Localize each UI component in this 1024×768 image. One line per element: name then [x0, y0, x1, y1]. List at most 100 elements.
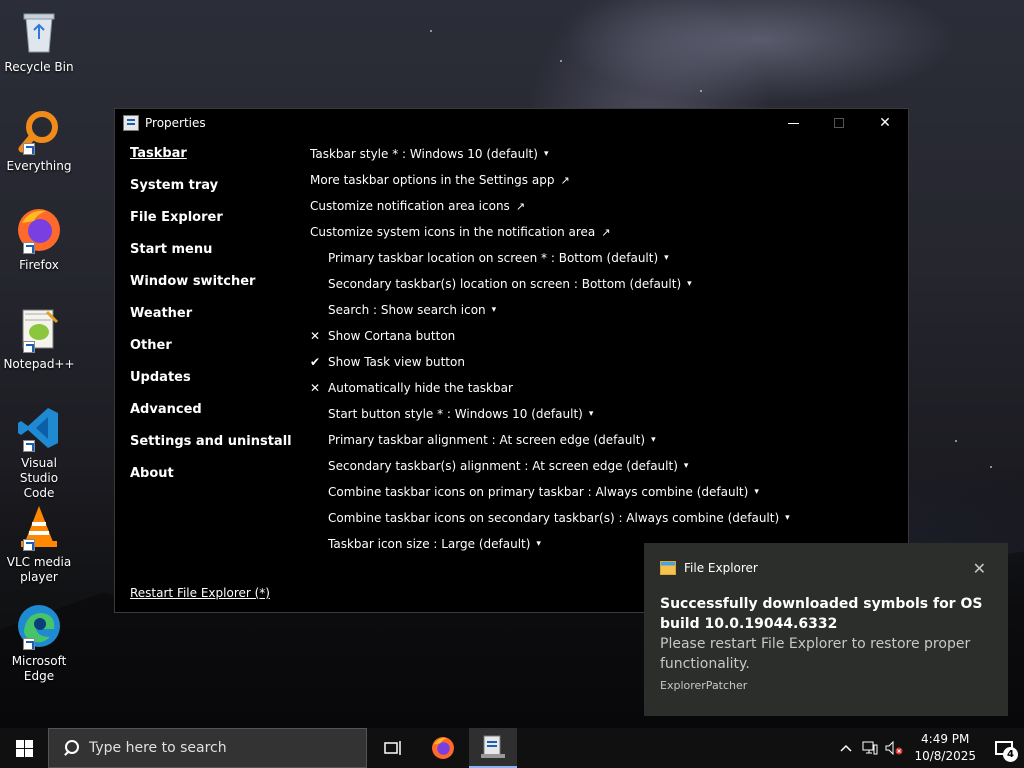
- nav-item-taskbar[interactable]: Taskbar: [130, 145, 300, 177]
- setting-label: Customize system icons in the notificati…: [310, 225, 596, 239]
- setting-label: Combine taskbar icons on secondary taskb…: [328, 511, 780, 525]
- setting-notification-area-icons-link[interactable]: Customize notification area icons ↗: [310, 193, 900, 219]
- clock[interactable]: 4:49 PM 10/8/2025: [906, 731, 984, 765]
- desktop-icon-vscode[interactable]: Visual Studio Code: [3, 404, 75, 501]
- setting-label: More taskbar options in the Settings app: [310, 173, 555, 187]
- maximize-button[interactable]: [816, 109, 862, 137]
- setting-secondary-taskbar-location[interactable]: Secondary taskbar(s) location on screen …: [310, 271, 900, 297]
- settings-list: Taskbar style * : Windows 10 (default) ▾ …: [310, 141, 900, 557]
- desktop-icon-label: Visual Studio Code: [19, 456, 59, 500]
- desktop-icon-edge[interactable]: Microsoft Edge: [3, 602, 75, 684]
- dropdown-arrow-icon: ▾: [536, 539, 541, 549]
- desktop-icon-label: Firefox: [19, 258, 59, 272]
- setting-taskbar-style[interactable]: Taskbar style * : Windows 10 (default) ▾: [310, 141, 900, 167]
- toast-header: File Explorer: [660, 561, 758, 575]
- shortcut-arrow-icon: [23, 143, 35, 155]
- minimize-button[interactable]: [770, 109, 816, 137]
- desktop-icon-label: VLC media player: [6, 555, 72, 584]
- setting-label: Secondary taskbar(s) alignment : At scre…: [328, 459, 678, 473]
- recycle-bin-icon: [15, 8, 63, 56]
- nav-item-weather[interactable]: Weather: [130, 305, 300, 337]
- nav-item-updates[interactable]: Updates: [130, 369, 300, 401]
- taskbar-search-box[interactable]: [48, 728, 367, 768]
- setting-combine-icons-primary[interactable]: Combine taskbar icons on primary taskbar…: [310, 479, 900, 505]
- chevron-up-icon[interactable]: [834, 728, 858, 768]
- vscode-icon: [15, 404, 63, 452]
- desktop-icon-notepad-plus-plus[interactable]: Notepad++: [3, 305, 75, 372]
- desktop-icon-vlc[interactable]: VLC media player: [3, 503, 75, 585]
- properties-window: Properties ✕ Taskbar System tray File Ex…: [114, 108, 909, 613]
- close-button[interactable]: ✕: [862, 109, 908, 137]
- properties-app-icon: [481, 735, 505, 758]
- network-icon[interactable]: [858, 728, 882, 768]
- dropdown-arrow-icon: ▾: [754, 487, 759, 497]
- shortcut-arrow-icon: [23, 539, 35, 551]
- firefox-icon: [15, 206, 63, 254]
- toast-close-icon[interactable]: ✕: [973, 559, 986, 578]
- dropdown-arrow-icon: ▾: [588, 409, 594, 419]
- start-button[interactable]: [0, 728, 48, 768]
- wallpaper-star: [560, 60, 562, 62]
- vlc-icon: [15, 503, 63, 551]
- shortcut-arrow-icon: [23, 341, 35, 353]
- dropdown-arrow-icon: ▾: [651, 435, 656, 445]
- wallpaper-star: [990, 466, 992, 468]
- setting-start-button-style[interactable]: Start button style * : Windows 10 (defau…: [310, 401, 900, 427]
- checkmark-icon: ✔: [310, 355, 321, 369]
- toast-notification[interactable]: File Explorer ✕ Successfully downloaded …: [644, 543, 1008, 716]
- setting-primary-taskbar-location[interactable]: Primary taskbar location on screen * : B…: [310, 245, 900, 271]
- setting-show-task-view-toggle[interactable]: ✔ Show Task view button: [310, 349, 900, 375]
- desktop-icon-recycle-bin[interactable]: Recycle Bin: [3, 8, 75, 75]
- setting-more-taskbar-options-link[interactable]: More taskbar options in the Settings app…: [310, 167, 900, 193]
- system-tray: 4:49 PM 10/8/2025 4: [834, 728, 1024, 768]
- firefox-icon: [432, 737, 454, 759]
- search-input[interactable]: [89, 740, 339, 756]
- desktop-icon-everything[interactable]: Everything: [3, 107, 75, 174]
- nav-item-file-explorer[interactable]: File Explorer: [130, 209, 300, 241]
- nav-item-advanced[interactable]: Advanced: [130, 401, 300, 433]
- desktop-icon-firefox[interactable]: Firefox: [3, 206, 75, 273]
- setting-label: Show Task view button: [328, 355, 465, 369]
- setting-search[interactable]: Search : Show search icon ▾: [310, 297, 900, 323]
- setting-label: Primary taskbar location on screen * : B…: [328, 251, 659, 265]
- clock-date: 10/8/2025: [914, 749, 976, 763]
- task-view-button[interactable]: [369, 728, 417, 768]
- action-center-button[interactable]: 4: [984, 728, 1024, 768]
- setting-label: Taskbar icon size : Large (default): [328, 537, 531, 551]
- restart-file-explorer-link[interactable]: Restart File Explorer (*): [130, 586, 270, 600]
- external-link-icon: ↗: [515, 199, 526, 213]
- desktop-icon-label: Everything: [6, 159, 72, 173]
- taskbar-properties-app[interactable]: [469, 728, 517, 768]
- nav-item-start-menu[interactable]: Start menu: [130, 241, 300, 273]
- wallpaper-star: [955, 440, 957, 442]
- close-icon: ✕: [879, 115, 891, 131]
- toast-app-name: File Explorer: [684, 561, 758, 575]
- nav-item-other[interactable]: Other: [130, 337, 300, 369]
- edge-icon: [15, 602, 63, 650]
- setting-system-icons-link[interactable]: Customize system icons in the notificati…: [310, 219, 900, 245]
- setting-primary-taskbar-alignment[interactable]: Primary taskbar alignment : At screen ed…: [310, 427, 900, 453]
- setting-auto-hide-toggle[interactable]: ✕ Automatically hide the taskbar: [310, 375, 900, 401]
- toast-attribution: ExplorerPatcher: [660, 679, 748, 692]
- nav-item-settings-and-uninstall[interactable]: Settings and uninstall: [130, 433, 300, 465]
- window-titlebar[interactable]: Properties ✕: [115, 109, 908, 137]
- desktop-icon-label: Recycle Bin: [4, 60, 74, 74]
- nav-item-system-tray[interactable]: System tray: [130, 177, 300, 209]
- window-title: Properties: [145, 116, 206, 130]
- dropdown-arrow-icon: ▾: [687, 279, 692, 289]
- shortcut-arrow-icon: [23, 440, 35, 452]
- external-link-icon: ↗: [601, 225, 611, 239]
- toast-title: Successfully downloaded symbols for OS b…: [660, 596, 983, 632]
- desktop-icon-label: Microsoft Edge: [11, 654, 67, 683]
- taskbar-firefox[interactable]: [419, 728, 467, 768]
- nav-item-about[interactable]: About: [130, 465, 300, 497]
- nav-item-window-switcher[interactable]: Window switcher: [130, 273, 300, 305]
- dropdown-arrow-icon: ▾: [543, 149, 549, 159]
- unchecked-x-icon: ✕: [310, 329, 321, 343]
- file-explorer-icon: [660, 561, 676, 575]
- dropdown-arrow-icon: ▾: [785, 513, 790, 523]
- setting-combine-icons-secondary[interactable]: Combine taskbar icons on secondary taskb…: [310, 505, 900, 531]
- volume-muted-icon[interactable]: [882, 728, 906, 768]
- setting-secondary-taskbar-alignment[interactable]: Secondary taskbar(s) alignment : At scre…: [310, 453, 900, 479]
- setting-show-cortana-toggle[interactable]: ✕ Show Cortana button: [310, 323, 900, 349]
